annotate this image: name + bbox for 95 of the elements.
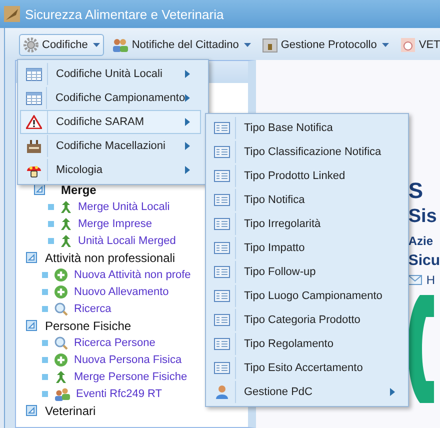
add-icon [54, 352, 68, 366]
content-subtitle: Sicu [408, 252, 440, 269]
toolbar-menu-button[interactable]: VET [396, 34, 440, 56]
form-icon [214, 218, 230, 230]
form-icon [214, 242, 230, 254]
envelope-icon [408, 275, 422, 285]
bullet-icon [42, 340, 48, 346]
toolbar-menu-button[interactable]: Codifiche [19, 34, 104, 56]
bullet-icon [42, 306, 48, 312]
person-icon [214, 384, 230, 400]
contact-text: H [426, 273, 435, 287]
submenu-arrow-icon [390, 388, 395, 396]
bullet-icon [42, 356, 48, 362]
menu-item[interactable]: Tipo Classificazione Notifica [208, 140, 406, 164]
tree-link[interactable]: Eventi Rfc249 RT [76, 388, 162, 400]
menu-item[interactable]: Codifiche Unità Locali [20, 62, 201, 86]
form-icon [214, 122, 230, 134]
tree-group-label[interactable]: Veterinari [45, 404, 96, 418]
tree-group-label[interactable]: Merge [53, 182, 96, 196]
bullet-icon [48, 204, 54, 210]
people-icon [54, 386, 70, 400]
building-icon [26, 139, 42, 153]
menu-item[interactable]: Codifiche SARAM [20, 110, 201, 134]
tree-link[interactable]: Nuova Attività non profe [74, 268, 191, 280]
archive-icon [262, 37, 278, 53]
bullet-icon [42, 288, 48, 294]
search-icon [54, 302, 68, 316]
tree-link[interactable]: Unità Locali Merged [78, 234, 176, 246]
menu-item[interactable]: Tipo Follow-up [208, 260, 406, 284]
toolbar-menu-button[interactable]: Notifiche del Cittadino [106, 34, 255, 56]
tree-group-label[interactable]: Attività non professionali [45, 250, 176, 264]
submenu-arrow-icon [185, 118, 190, 126]
merge-arrow-icon [59, 216, 73, 230]
menu-item[interactable]: Tipo Categoria Prodotto [208, 308, 406, 332]
menu-item[interactable]: Tipo Luogo Campionamento [208, 284, 406, 308]
form-icon [214, 290, 230, 302]
menu-item[interactable]: Tipo Irregolarità [208, 212, 406, 236]
submenu-arrow-icon [185, 142, 190, 150]
table-icon [26, 92, 42, 104]
gear-icon [23, 37, 39, 53]
search-icon [54, 336, 68, 350]
bullet-icon [48, 220, 54, 226]
collapse-icon[interactable] [26, 252, 37, 263]
menu-item[interactable]: Tipo Notifica [208, 188, 406, 212]
tree-link[interactable]: Ricerca Persone [74, 336, 156, 348]
bullet-icon [48, 238, 54, 244]
form-icon [214, 170, 230, 182]
content-heading: S [408, 178, 424, 204]
caret-icon [92, 43, 100, 47]
bullet-icon [42, 374, 48, 380]
submenu-arrow-icon [185, 166, 190, 174]
add-icon [54, 284, 68, 298]
bullet-icon [42, 390, 48, 396]
form-icon [214, 146, 230, 158]
warning-icon [26, 115, 42, 129]
window-title: Sicurezza Alimentare e Veterinaria [25, 6, 224, 22]
merge-arrow-icon [59, 234, 73, 248]
form-icon [214, 314, 230, 326]
tree-link[interactable]: Ricerca [74, 302, 112, 314]
app-logo-icon [4, 6, 20, 22]
content-title: Sis [408, 206, 438, 228]
toolbar-menu-button[interactable]: Gestione Protocollo [258, 34, 393, 56]
people-icon [110, 37, 129, 53]
menu-item[interactable]: Codifiche Macellazioni [20, 134, 201, 158]
menu-item[interactable]: Tipo Base Notifica [208, 116, 406, 140]
submenu-arrow-icon [185, 94, 190, 102]
menu-item[interactable]: Tipo Prodotto Linked [208, 164, 406, 188]
collapse-icon[interactable] [26, 405, 37, 416]
tree-link[interactable]: Merge Persone Fisiche [74, 370, 188, 382]
tree-link[interactable]: Nuovo Allevamento [74, 286, 169, 298]
collapse-icon[interactable] [26, 320, 37, 331]
tree-link[interactable]: Nuova Persona Fisica [74, 354, 182, 366]
table-icon [26, 68, 42, 80]
menu-item[interactable]: Micologia [20, 158, 201, 182]
menu-item[interactable]: Codifiche Campionamento [20, 86, 201, 110]
tree-group-label[interactable]: Persone Fisiche [45, 318, 132, 332]
caret-icon [244, 43, 251, 47]
form-icon [214, 266, 230, 278]
add-icon [54, 268, 68, 282]
form-icon [214, 194, 230, 206]
bullet-icon [42, 272, 48, 278]
menu-item[interactable]: Tipo Regolamento [208, 332, 406, 356]
caret-icon [382, 43, 389, 47]
merge-arrow-icon [54, 370, 68, 384]
menu-item[interactable]: Gestione PdC [208, 380, 406, 404]
submenu-arrow-icon [185, 70, 190, 78]
form-icon [214, 362, 230, 374]
menu-item[interactable]: Tipo Impatto [208, 236, 406, 260]
content-text: Azie [408, 234, 434, 248]
form-icon [214, 338, 230, 350]
tree-link[interactable]: Merge Unità Locali [78, 200, 170, 212]
merge-arrow-icon [59, 200, 73, 214]
menu-item[interactable]: Tipo Esito Accertamento [208, 356, 406, 380]
tree-link[interactable]: Merge Imprese [78, 218, 152, 230]
collapse-icon[interactable] [34, 184, 45, 195]
